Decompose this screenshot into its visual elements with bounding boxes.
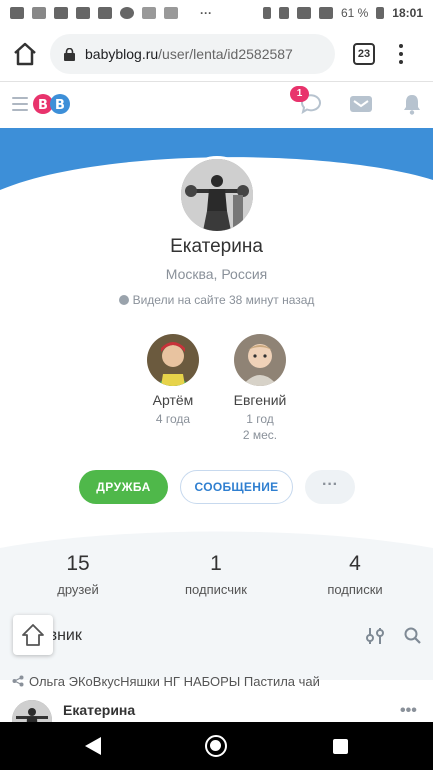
stat-value: 4	[349, 552, 361, 575]
child-card[interactable]: Артём 4 года	[123, 334, 223, 427]
arrow-up-icon	[22, 624, 44, 646]
home-icon[interactable]	[10, 39, 40, 69]
child-age: 1 год 2 мес.	[210, 411, 310, 443]
post-shared-from[interactable]: Ольга ЭКоВкусНяшки НГ НАБОРЫ Пастила чай	[12, 674, 320, 689]
scroll-up-button[interactable]	[13, 615, 53, 655]
friendship-button[interactable]: ДРУЖБА	[79, 470, 168, 504]
bluetooth-icon	[262, 7, 271, 19]
post-more-button[interactable]: •••	[400, 702, 417, 720]
profile-name: Екатерина	[170, 236, 263, 257]
site-header: B B 1	[0, 82, 433, 128]
address-bar[interactable]: babyblog.ru/user/lenta/id2582587	[50, 34, 335, 74]
youtube-icon	[98, 7, 112, 19]
last-seen: Видели на сайте 38 минут назад	[0, 293, 433, 307]
stat-value: 1	[210, 552, 222, 575]
stat-label: подписчик	[185, 582, 247, 597]
tab-switcher-button[interactable]: 23	[353, 43, 375, 65]
battery-icon	[376, 7, 385, 19]
bell-icon[interactable]	[402, 93, 422, 115]
profile-city: Москва, Россия	[165, 266, 268, 282]
share-icon	[12, 675, 24, 687]
message-notification-icon	[10, 7, 24, 19]
emblem-icon	[142, 7, 156, 19]
child-avatar[interactable]	[234, 334, 286, 386]
youtube-icon	[76, 7, 90, 19]
notification-badge: 1	[290, 86, 309, 102]
avatar-photo	[181, 159, 253, 231]
home-nav-icon[interactable]	[205, 735, 227, 757]
signal-icon	[318, 7, 333, 19]
svg-text:B: B	[55, 98, 65, 113]
more-actions-button[interactable]: ···	[305, 470, 355, 504]
child-name: Евгений	[233, 392, 287, 408]
child-name: Артём	[152, 392, 194, 408]
status-bar: ··· 61 % 18:01	[0, 0, 433, 26]
child-avatar[interactable]	[147, 334, 199, 386]
clock: 18:01	[392, 6, 423, 20]
battery-percent: 61 %	[340, 6, 369, 20]
clock-icon	[118, 295, 129, 305]
post-author-name[interactable]: Екатерина	[63, 702, 135, 718]
lock-icon	[64, 47, 75, 61]
app-notification-icon	[32, 7, 46, 19]
mail-icon[interactable]	[350, 96, 372, 112]
hamburger-menu-icon[interactable]	[12, 97, 28, 111]
stat-label: друзей	[57, 582, 99, 597]
app-notification-icon	[54, 7, 68, 19]
child-age-years: 1 год	[246, 412, 274, 426]
message-button[interactable]: СООБЩЕНИЕ	[180, 470, 293, 504]
android-nav-bar	[0, 722, 433, 770]
child-photo	[147, 334, 199, 386]
system-icons: 61 % 18:01	[262, 6, 423, 20]
notification-icons: ···	[10, 6, 212, 20]
wifi-icon	[296, 7, 311, 19]
more-notifications-icon: ···	[200, 6, 212, 20]
vibrate-icon	[278, 7, 289, 19]
shared-from-text: Ольга ЭКоВкусНяшки НГ НАБОРЫ Пастила чай	[29, 674, 320, 689]
profile-avatar[interactable]	[178, 156, 256, 234]
last-seen-text: Видели на сайте 38 минут назад	[132, 293, 315, 307]
child-photo	[234, 334, 286, 386]
browser-toolbar: babyblog.ru/user/lenta/id2582587 23	[0, 26, 433, 82]
back-icon[interactable]	[84, 736, 102, 756]
search-icon[interactable]	[404, 627, 421, 644]
check-icon	[120, 7, 134, 19]
url-host: babyblog.ru	[85, 46, 159, 62]
emblem-icon	[164, 7, 178, 19]
stat-label: подписки	[327, 582, 383, 597]
child-age: 4 года	[155, 412, 191, 426]
stat-friends[interactable]: 15 друзей	[18, 552, 138, 597]
stat-followers[interactable]: 1 подписчик	[156, 552, 276, 597]
url-path: /user/lenta/id2582587	[158, 46, 293, 62]
recent-apps-icon[interactable]	[333, 739, 348, 754]
babyblog-logo[interactable]: B B	[32, 92, 72, 116]
filter-icon[interactable]	[366, 627, 384, 645]
child-card[interactable]: Евгений 1 год 2 мес.	[210, 334, 310, 443]
browser-menu-icon[interactable]	[396, 42, 406, 66]
stat-following[interactable]: 4 подписки	[295, 552, 415, 597]
child-age-months: 2 мес.	[242, 428, 278, 442]
stat-value: 15	[66, 552, 90, 575]
svg-text:B: B	[38, 98, 48, 113]
